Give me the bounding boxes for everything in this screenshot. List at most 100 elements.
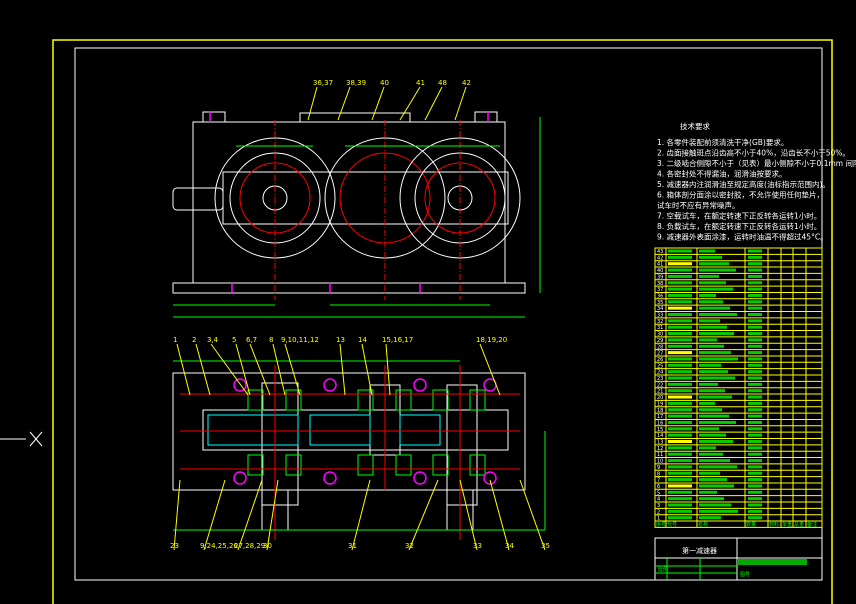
parts-header-cell: 备注 <box>807 521 817 528</box>
parts-row-code <box>668 509 692 513</box>
parts-header-cell: 名称 <box>698 521 708 528</box>
part-label: 6,7 <box>246 336 257 344</box>
part-label: 42 <box>462 79 471 87</box>
part-label: 30 <box>263 542 272 550</box>
parts-row-code <box>668 268 692 272</box>
leader-line <box>519 479 546 551</box>
leader-line <box>339 343 346 396</box>
parts-row-number: 29 <box>657 338 663 344</box>
parts-row-code <box>668 452 692 456</box>
parts-row-number: 22 <box>657 382 663 388</box>
parts-row-code <box>668 440 692 443</box>
parts-row-number: 13 <box>657 440 663 446</box>
parts-row-number: 3 <box>657 503 660 509</box>
part-label: 14 <box>358 336 367 344</box>
part-label: 5 <box>232 336 236 344</box>
cad-drawing-canvas[interactable]: 36,37 38,39 40 41 48 421 2 3,4 5 6,7 8 9,10,11,12 13… <box>0 0 856 604</box>
parts-row-material <box>748 332 762 336</box>
parts-row-material <box>748 427 762 431</box>
parts-row-code <box>668 401 692 405</box>
front-view <box>172 111 541 318</box>
parts-row-name <box>699 389 725 393</box>
parts-row-material <box>748 459 762 463</box>
parts-row-name <box>699 363 721 367</box>
note-item: 3. 二级啮合侧隙不小于（见表）最小侧隙不小于0.1mm 间隙。 <box>657 158 856 168</box>
note-item: 4. 各密封处不得漏油，润滑油按要求。 <box>657 169 787 179</box>
parts-row-number: 43 <box>657 249 663 255</box>
parts-row-number: 36 <box>657 293 663 299</box>
parts-row-name <box>699 446 716 450</box>
leader-line <box>424 86 443 121</box>
parts-row-number: 28 <box>657 344 663 350</box>
parts-row-number: 39 <box>657 274 663 280</box>
leader-line <box>307 86 318 121</box>
parts-row-code <box>668 319 692 323</box>
parts-row-number: 34 <box>657 306 663 312</box>
parts-header-cell: 数量 <box>746 521 756 528</box>
parts-row-code <box>668 395 692 399</box>
part-label: 38,39 <box>346 79 366 87</box>
parts-row-name <box>699 497 724 501</box>
sheet-label: 图号 <box>740 572 750 578</box>
parts-row-material <box>748 414 762 418</box>
parts-row-number: 14 <box>657 433 663 439</box>
parts-row-material <box>748 338 762 342</box>
part-label: 36,37 <box>313 79 333 87</box>
parts-row-material <box>748 376 762 380</box>
parts-row-code <box>668 516 692 520</box>
parts-row-number: 24 <box>657 370 663 376</box>
parts-row-name <box>699 382 718 386</box>
parts-row-material <box>748 293 762 297</box>
parts-row-material <box>748 509 762 513</box>
leader-line <box>371 86 385 121</box>
parts-row-number: 41 <box>657 262 663 268</box>
parts-row-name <box>699 465 737 469</box>
parts-row-number: 31 <box>657 325 663 331</box>
parts-row-material <box>748 287 762 291</box>
parts-row-name <box>699 395 732 399</box>
leader-line <box>176 343 191 396</box>
part-balloon-labels: 36,37 38,39 40 41 48 42 1 2 3,4 5 6,7 8 9,10,11,12 13… <box>170 79 550 550</box>
parts-row-number: 17 <box>657 414 663 420</box>
parts-row-material <box>748 313 762 316</box>
plan-view <box>172 360 546 540</box>
parts-row-material <box>748 262 762 266</box>
parts-row-code <box>668 293 692 297</box>
parts-row-material <box>748 395 762 399</box>
parts-row-number: 35 <box>657 300 663 306</box>
parts-row-name <box>699 319 720 323</box>
parts-row-number: 10 <box>657 459 663 465</box>
parts-row-number: 18 <box>657 408 663 414</box>
part-label: 27,28,29 <box>234 542 265 550</box>
leader-line <box>249 343 271 396</box>
part-label: 35 <box>541 542 550 550</box>
parts-row-code <box>668 490 692 494</box>
parts-row-name <box>699 268 736 272</box>
parts-row-code <box>668 376 692 380</box>
parts-row-name <box>699 351 731 355</box>
parts-row-number: 23 <box>657 376 663 382</box>
parts-row-name <box>699 325 727 329</box>
parts-row-number: 16 <box>657 420 663 426</box>
part-label: 33 <box>473 542 482 550</box>
parts-row-number: 2 <box>657 509 660 515</box>
part-label: 2 <box>192 336 196 344</box>
parts-row-code <box>668 363 692 367</box>
parts-row-code <box>668 478 692 482</box>
parts-row-material <box>748 401 762 405</box>
parts-row-code <box>668 459 692 463</box>
parts-row-material <box>748 300 762 304</box>
parts-row-material <box>748 478 762 482</box>
parts-row-material <box>748 471 762 475</box>
parts-row-number: 40 <box>657 268 663 274</box>
parts-row-code <box>668 344 692 348</box>
parts-row-number: 32 <box>657 319 663 325</box>
parts-row-code <box>668 357 692 361</box>
parts-row-code <box>668 389 692 393</box>
parts-row-code <box>668 287 692 291</box>
parts-row-name <box>699 414 729 418</box>
parts-row-name <box>699 293 716 297</box>
note-item: 2. 齿面接触斑点沿齿高不小于40%，沿齿长不小于50%。 <box>657 148 850 158</box>
parts-row-material <box>748 357 762 361</box>
part-label: 23 <box>170 542 179 550</box>
